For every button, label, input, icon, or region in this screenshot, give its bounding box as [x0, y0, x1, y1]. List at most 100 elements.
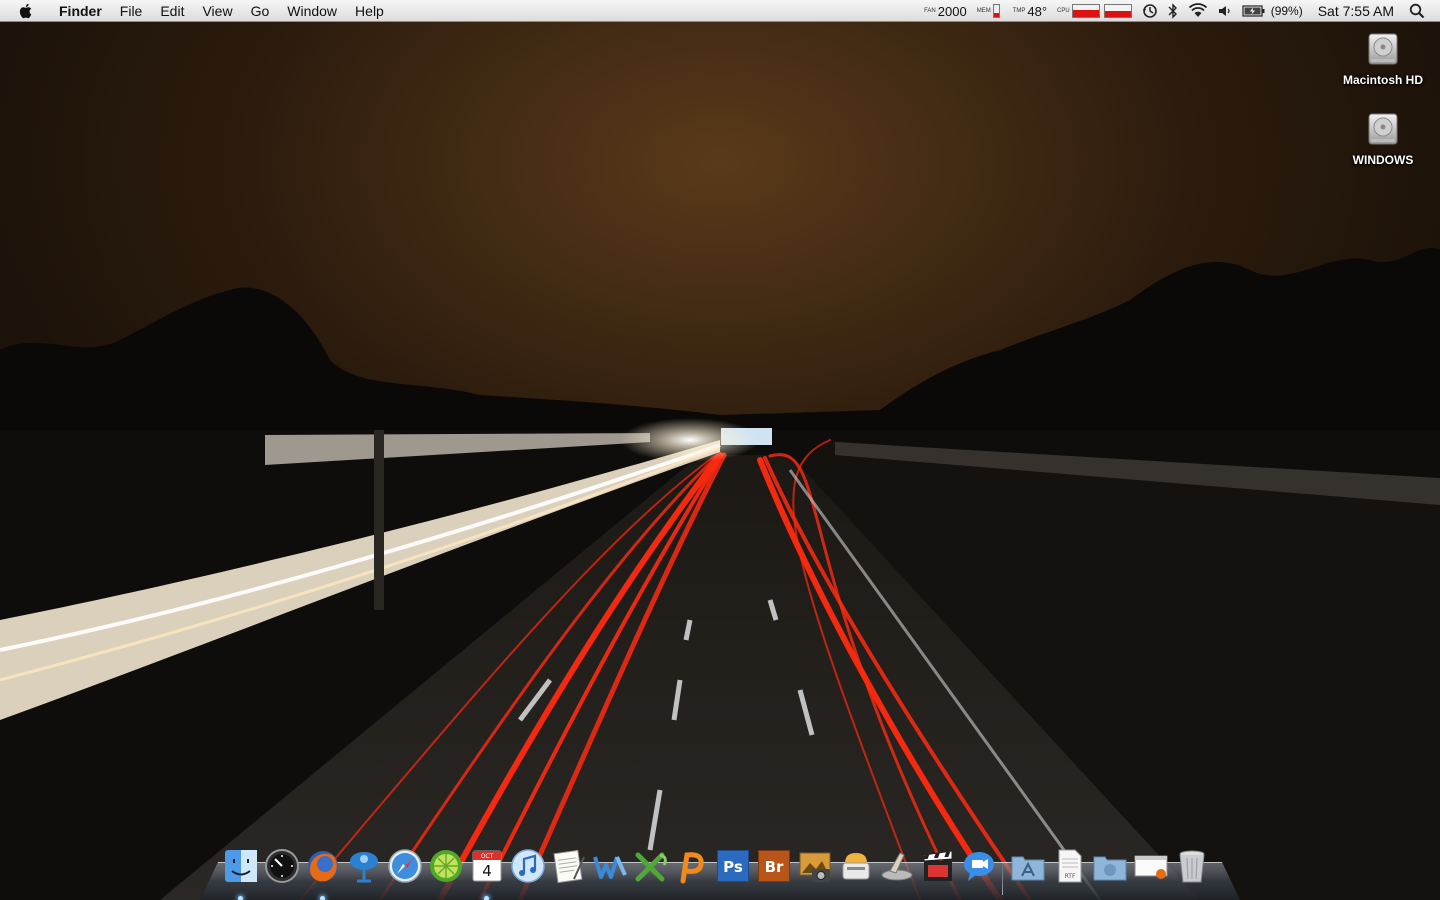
menu-edit[interactable]: Edit	[151, 0, 193, 22]
dock: OCT 4 Ps Br RTF	[220, 843, 1212, 900]
cpu-label-text: CPU	[1057, 8, 1070, 14]
mem-label-text: MEM	[976, 8, 991, 14]
temperature-menulet[interactable]: TMP 48°	[1008, 0, 1052, 22]
temp-label-text: TMP	[1012, 8, 1026, 14]
cpu-menulet[interactable]: CPU	[1052, 0, 1137, 22]
menu-go[interactable]: Go	[242, 0, 279, 22]
itunes-icon	[510, 849, 545, 883]
word-icon	[592, 856, 627, 879]
spotlight-icon	[1409, 3, 1425, 19]
dock-imovie[interactable]	[917, 847, 958, 895]
bridge-label: Br	[764, 858, 783, 876]
desktop-wallpaper	[0, 0, 1440, 900]
dock-itunes[interactable]	[507, 847, 548, 895]
time-machine-icon	[1142, 4, 1157, 18]
dock-chat-app[interactable]	[343, 847, 384, 895]
downloads-stack-icon	[1093, 856, 1126, 881]
memory-meter-fill	[993, 12, 999, 17]
ical-month: OCT	[480, 853, 493, 860]
fan-label: FAN	[924, 8, 936, 14]
dock-textedit[interactable]	[548, 847, 589, 895]
dock-word[interactable]	[589, 847, 630, 895]
cpu-label: CPU	[1057, 8, 1070, 14]
dock-ichat[interactable]	[958, 847, 999, 895]
menu-help[interactable]: Help	[346, 0, 393, 22]
wifi-icon	[1188, 3, 1207, 17]
volume-menu[interactable]	[1213, 0, 1237, 22]
spotlight-button[interactable]	[1404, 0, 1430, 22]
photoshop-label: Ps	[723, 858, 743, 876]
dock-limewire[interactable]	[425, 847, 466, 895]
chat-app-icon	[349, 852, 378, 883]
finder-icon	[224, 850, 257, 882]
running-indicator	[320, 896, 325, 900]
dock-syncing-app[interactable]	[876, 847, 917, 895]
bridge-icon: Br	[757, 850, 790, 882]
dock-safari[interactable]	[384, 847, 425, 895]
volume-icon	[1218, 6, 1230, 16]
ical-day: 4	[482, 862, 492, 880]
safari-icon	[387, 849, 422, 883]
iphoto-icon	[799, 852, 830, 882]
dock-downloads-stack[interactable]	[1089, 847, 1130, 895]
menu-window[interactable]: Window	[278, 0, 346, 22]
dock-photoshop[interactable]: Ps	[712, 847, 753, 895]
apple-icon	[19, 3, 32, 18]
hard-drive-icon	[1368, 33, 1398, 65]
documents-stack-icon: RTF	[1058, 849, 1081, 883]
ical-icon: OCT 4	[472, 850, 501, 882]
powerpoint-icon	[680, 852, 704, 884]
fan-speed-menulet[interactable]: FAN 2000	[919, 0, 972, 22]
time-machine-menu[interactable]	[1137, 0, 1163, 22]
clock-text: Sat 7:55 AM	[1317, 3, 1394, 19]
dock-file[interactable]	[1130, 847, 1171, 895]
bluetooth-menu[interactable]	[1163, 0, 1183, 22]
dock-powerpoint[interactable]	[671, 847, 712, 895]
desktop-icon-macintosh-hd[interactable]: Macintosh HD	[1328, 30, 1438, 87]
battery-menu[interactable]: (99%)	[1237, 0, 1308, 22]
textedit-icon	[552, 849, 585, 884]
mem-label: MEM	[977, 8, 991, 14]
cpu-graph-2-fill	[1104, 11, 1131, 17]
dock-applications-stack[interactable]	[1007, 847, 1048, 895]
wifi-menu[interactable]	[1183, 0, 1213, 22]
fan-label-text: FAN	[924, 8, 936, 14]
dock-toast[interactable]	[835, 847, 876, 895]
fan-speed-value: 2000	[937, 3, 967, 19]
firefox-icon	[307, 851, 338, 882]
apple-menu[interactable]	[0, 0, 50, 22]
battery-percent: (99%)	[1270, 4, 1303, 18]
memory-meter	[992, 4, 1000, 18]
menu-clock[interactable]: Sat 7:55 AM	[1308, 0, 1404, 22]
dock-firefox[interactable]	[302, 847, 343, 900]
hard-drive-icon	[1368, 113, 1398, 145]
dock-excel[interactable]	[630, 847, 671, 895]
imovie-icon	[923, 850, 952, 881]
dock-trash[interactable]	[1171, 847, 1212, 895]
dock-finder[interactable]	[220, 847, 261, 900]
ichat-icon	[963, 852, 994, 881]
dashboard-icon	[264, 849, 299, 883]
bluetooth-icon	[1168, 3, 1177, 19]
dock-iphoto[interactable]	[794, 847, 835, 895]
memory-menulet[interactable]: MEM	[972, 0, 1008, 22]
dock-documents-stack[interactable]: RTF	[1048, 847, 1089, 895]
dock-dashboard[interactable]	[261, 847, 302, 895]
running-indicator	[238, 896, 243, 900]
syncing-icon	[881, 852, 912, 881]
dock-ical[interactable]: OCT 4	[466, 847, 507, 900]
menu-file[interactable]: File	[111, 0, 152, 22]
temp-label: TMP	[1013, 8, 1026, 14]
dock-bridge[interactable]: Br	[753, 847, 794, 895]
menu-view[interactable]: View	[193, 0, 241, 22]
photoshop-icon: Ps	[716, 850, 749, 882]
running-indicator	[484, 896, 489, 900]
app-menu-finder[interactable]: Finder	[50, 0, 111, 22]
file-icon	[1134, 855, 1167, 879]
desktop-icon-label: WINDOWS	[1352, 153, 1414, 167]
desktop-icon-windows[interactable]: WINDOWS	[1328, 110, 1438, 167]
limewire-icon	[429, 850, 462, 882]
rtf-label: RTF	[1064, 873, 1075, 880]
menu-bar: Finder File Edit View Go Window Help FAN…	[0, 0, 1440, 22]
toast-icon	[842, 853, 869, 880]
